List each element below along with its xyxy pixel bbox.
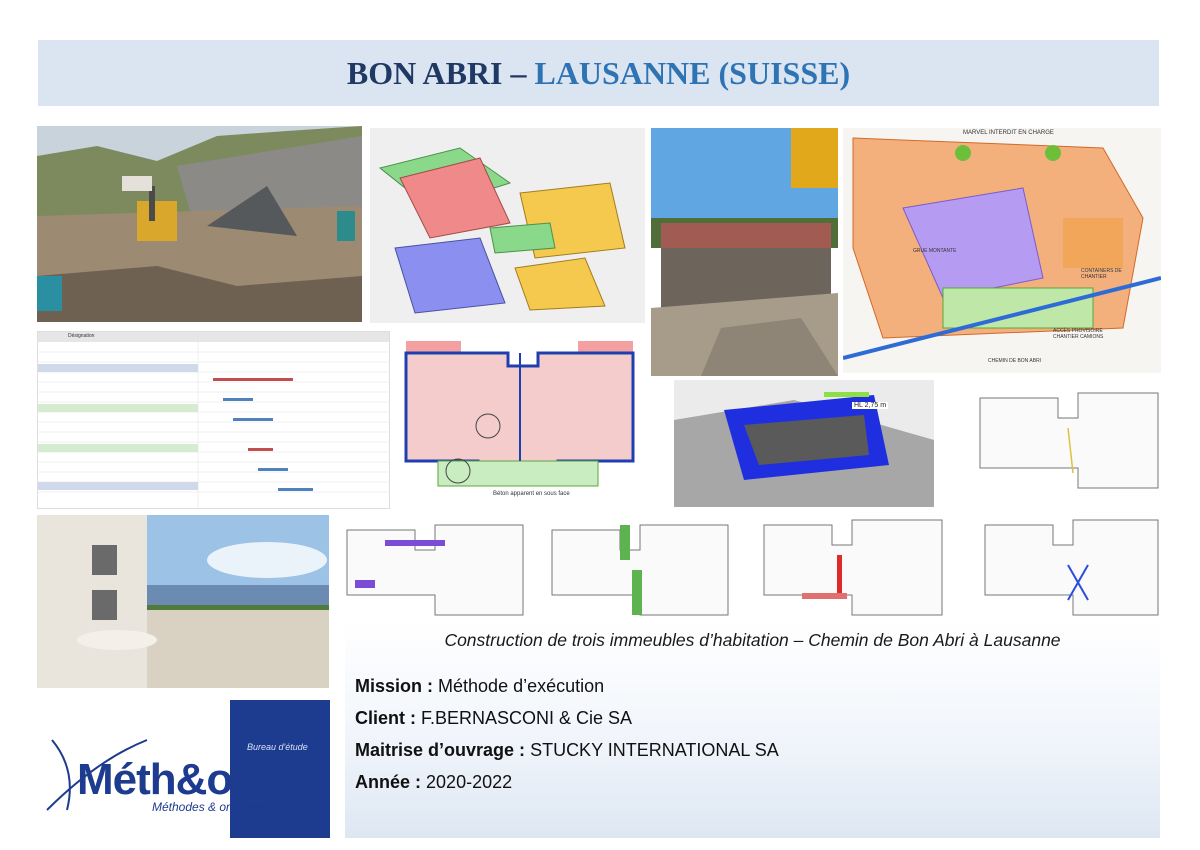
site-plan-label-containers: CONTAINERS DE CHANTIER bbox=[1081, 268, 1122, 280]
architectural-rendering bbox=[37, 515, 329, 688]
title-banner: BON ABRI – LAUSANNE (SUISSE) bbox=[38, 40, 1159, 106]
site-plan-label-top: MARVEL INTERDIT EN CHARGE bbox=[963, 130, 1054, 136]
info-mission-value: Méthode d’exécution bbox=[438, 676, 605, 696]
info-mission-label: Mission : bbox=[355, 676, 434, 696]
floor-plan-label: Béton apparent en sous face bbox=[493, 491, 570, 497]
height-tag: HL 2,75 m bbox=[852, 402, 889, 409]
plan-thumbnail-4 bbox=[762, 515, 944, 618]
site-installation-plan: MARVEL INTERDIT EN CHARGE CONTAINERS DE … bbox=[843, 128, 1161, 373]
gantt-header: Désignation bbox=[68, 333, 95, 339]
info-client: Client : F.BERNASCONI & Cie SA bbox=[355, 708, 632, 729]
logo-wordmark: Méth&or bbox=[77, 755, 249, 804]
logo-bureau: Bureau d'étude bbox=[247, 742, 308, 752]
info-client-value: F.BERNASCONI & Cie SA bbox=[421, 708, 633, 728]
3d-building-model bbox=[370, 128, 645, 323]
info-owner: Maitrise d’ouvrage : STUCKY INTERNATIONA… bbox=[355, 740, 779, 761]
project-caption: Construction de trois immeubles d’habita… bbox=[444, 630, 1061, 650]
info-year-value: 2020-2022 bbox=[426, 772, 513, 792]
plan-thumbnail-3 bbox=[550, 520, 730, 618]
gantt-schedule: Désignation bbox=[37, 331, 390, 509]
info-owner-label: Maitrise d’ouvrage : bbox=[355, 740, 526, 760]
info-client-label: Client : bbox=[355, 708, 416, 728]
company-logo: Bureau d'étude Méth&or Méthodes & organi… bbox=[37, 700, 332, 840]
title-part1: BON ABRI bbox=[346, 54, 503, 91]
info-mission: Mission : Méthode d’exécution bbox=[355, 676, 604, 697]
info-year-label: Année : bbox=[355, 772, 422, 792]
project-info-panel: Construction de trois immeubles d’habita… bbox=[345, 620, 1160, 838]
site-plan-label-crane: GRUE MONTANTE bbox=[913, 248, 957, 254]
title-part2: LAUSANNE (SUISSE) bbox=[534, 54, 851, 91]
info-year: Année : 2020-2022 bbox=[355, 772, 512, 793]
plan-thumbnail-5 bbox=[983, 515, 1160, 618]
excavation-site-photo bbox=[37, 126, 362, 322]
site-plan-label-road: CHEMIN DE BON ABRI bbox=[988, 358, 1042, 364]
title-separator: – bbox=[510, 54, 527, 91]
plan-thumbnail-2 bbox=[345, 520, 525, 618]
construction-photo bbox=[651, 128, 838, 376]
plan-thumbnail-1 bbox=[978, 388, 1160, 496]
site-plan-label-access: ACCÈS PROVISOIRE CHANTIER CAMIONS bbox=[1053, 328, 1104, 340]
3d-formwork-model: HL 2,75 m bbox=[674, 380, 934, 507]
info-owner-value: STUCKY INTERNATIONAL SA bbox=[530, 740, 779, 760]
logo-tagline: Méthodes & organisation bbox=[152, 800, 285, 814]
floor-plan-formwork: Béton apparent en sous face bbox=[398, 331, 643, 507]
